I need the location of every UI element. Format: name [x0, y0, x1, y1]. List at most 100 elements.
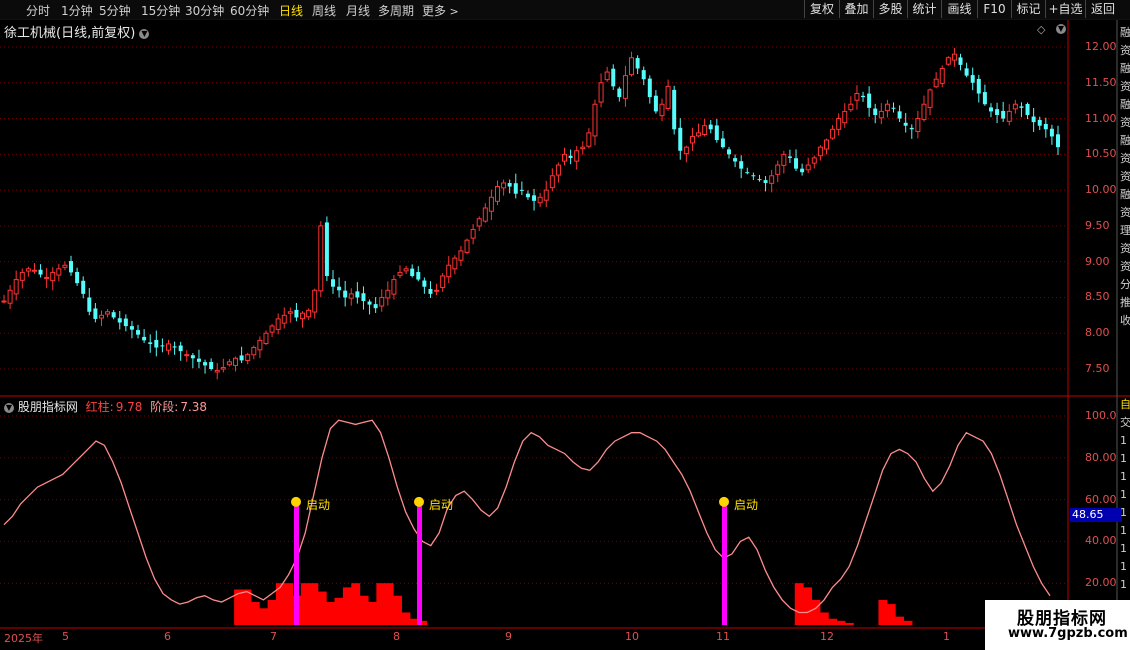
candle-body [239, 355, 244, 361]
candle-body [1031, 116, 1036, 123]
price-tick-label: 10.00 [1085, 183, 1117, 197]
date-label: 1 [943, 630, 950, 643]
tab-timeframe-0[interactable]: 分时 [26, 2, 50, 19]
toolbar-button-5[interactable]: F10 [977, 0, 1011, 18]
candle-body [385, 289, 391, 299]
date-label: 7 [270, 630, 277, 643]
candle-body [817, 146, 823, 157]
red-bar [334, 597, 344, 625]
candle-body [970, 75, 975, 83]
toolbar-button-6[interactable]: 标记 [1011, 0, 1045, 18]
candle-body [836, 118, 842, 130]
candle-body [745, 172, 750, 174]
tab-timeframe-8[interactable]: 月线 [346, 2, 370, 19]
candle-body [714, 125, 719, 141]
toolbar-button-7[interactable]: +自选 [1045, 0, 1085, 18]
candle-body [226, 361, 232, 366]
candle-body [751, 175, 756, 177]
tab-timeframe-1[interactable]: 1分钟 [61, 2, 93, 19]
main-chart-title[interactable]: 徐工机械(日线,前复权) ▼ [4, 22, 150, 41]
right-panel-char: 1 [1120, 560, 1127, 573]
candle-body [7, 289, 13, 304]
candle-body [988, 107, 993, 112]
candle-body [763, 180, 768, 183]
tab-timeframe-9[interactable]: 多周期 [378, 2, 414, 19]
date-label: 9 [505, 630, 512, 643]
tab-timeframe-10[interactable]: 更多 > [422, 2, 459, 19]
toolbar-button-2[interactable]: 多股 [873, 0, 907, 18]
candle-body [617, 88, 622, 98]
date-label: 10 [625, 630, 639, 643]
candle-body [275, 318, 281, 330]
candle-body [543, 189, 549, 201]
right-panel-char: 融 [1120, 26, 1130, 39]
candle-body [434, 289, 440, 292]
signal-label: 启动 [429, 497, 454, 512]
toolbar-button-0[interactable]: 复权 [804, 0, 839, 18]
candle-body [257, 339, 263, 351]
candle-body [794, 158, 799, 169]
price-tick-label: 12.00 [1085, 40, 1117, 53]
candle-body [129, 326, 134, 330]
toolbar-button-8[interactable]: 返回 [1085, 0, 1120, 18]
candle-body [659, 103, 665, 117]
candle-body [964, 68, 969, 76]
candle-body [361, 293, 366, 302]
candle-body [878, 110, 884, 119]
price-tick-label: 9.50 [1085, 218, 1110, 232]
tab-timeframe-3[interactable]: 15分钟 [141, 2, 180, 19]
red-bar [811, 599, 821, 625]
indicator-tick-label: 60.00 [1085, 492, 1117, 506]
candle-body [281, 314, 287, 324]
candle-body [488, 196, 494, 212]
candle-body [494, 186, 500, 202]
candle-body [19, 271, 25, 281]
red-bar [267, 599, 277, 625]
toolbar-button-3[interactable]: 统计 [907, 0, 941, 18]
toolbar-button-1[interactable]: 叠加 [839, 0, 873, 18]
candle-body [696, 132, 702, 137]
right-panel-top: 融资融资融资融资资融资理资资分推收 [1120, 24, 1130, 330]
money-bag-icon [719, 496, 729, 507]
red-bar [376, 583, 386, 625]
candle-body [568, 155, 573, 158]
candle-body [111, 312, 116, 318]
candle-body [958, 57, 963, 65]
signal-bar [417, 505, 422, 625]
candle-body [355, 291, 360, 298]
toolbar-button-4[interactable]: 画线 [941, 0, 977, 18]
price-tick-label: 11.00 [1085, 111, 1117, 125]
tab-timeframe-7[interactable]: 周线 [312, 2, 336, 19]
red-bar [803, 587, 813, 625]
tab-timeframe-5[interactable]: 60分钟 [230, 2, 269, 19]
candle-body [482, 207, 488, 222]
candle-body [136, 330, 141, 335]
candle-body [87, 297, 92, 312]
indicator-header[interactable]: ▼ 股朋指标网 红柱: 9.78 阶段: 7.38 [4, 398, 207, 415]
right-panel-char: 交 [1120, 416, 1130, 429]
red-bar [903, 620, 913, 625]
candle-body [708, 124, 713, 130]
red-bar-value: 9.78 [115, 400, 143, 414]
candle-body [105, 311, 111, 315]
candle-body [769, 175, 775, 184]
tab-timeframe-4[interactable]: 30分钟 [185, 2, 224, 19]
candle-body [598, 82, 604, 103]
candle-body [343, 290, 348, 298]
candle-body [921, 103, 927, 120]
tab-timeframe-6[interactable]: 日线 [279, 2, 303, 19]
candle-body [13, 279, 19, 295]
red-bar [317, 591, 327, 625]
candle-body [300, 312, 306, 320]
candle-body [672, 89, 677, 130]
candle-body [939, 67, 945, 84]
candle-body [854, 93, 860, 101]
tab-timeframe-2[interactable]: 5分钟 [99, 2, 131, 19]
chevron-down-icon-indicator[interactable]: ▼ [4, 402, 14, 413]
candle-body [245, 354, 251, 361]
chevron-down-icon-2[interactable]: ▼ [1056, 22, 1066, 35]
diamond-icon[interactable]: ◇ [1037, 23, 1045, 36]
candle-body [324, 222, 329, 276]
chevron-down-icon[interactable]: ▼ [139, 28, 150, 39]
candle-body [318, 225, 324, 292]
